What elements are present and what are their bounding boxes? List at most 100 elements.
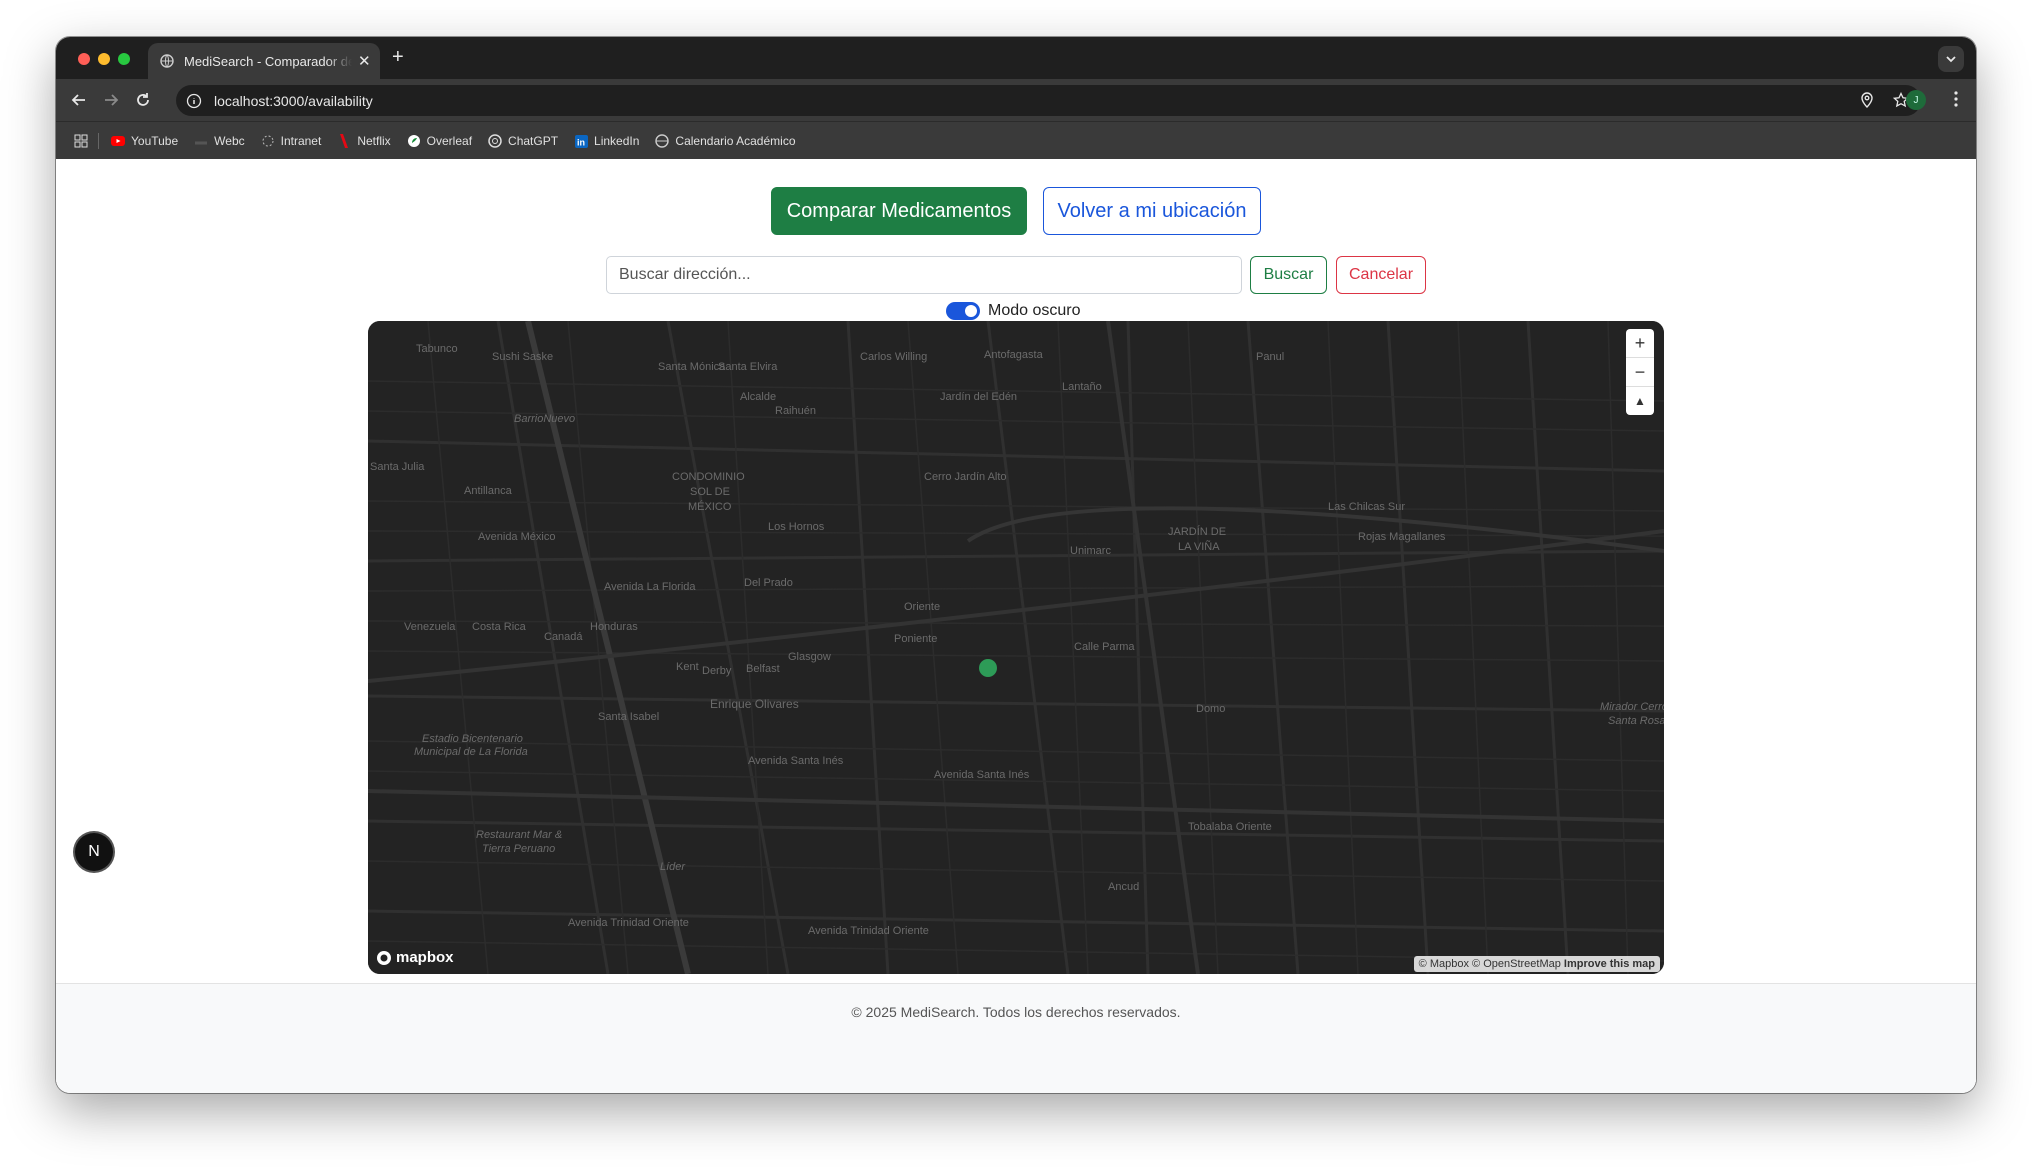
map-label: Panul	[1256, 351, 1285, 363]
map-label: Costa Rica	[472, 621, 526, 633]
zoom-out-button[interactable]: −	[1626, 358, 1654, 387]
map-label: Avenida Trinidad Oriente	[568, 917, 689, 929]
map-label: SOL DE	[690, 486, 730, 498]
page-content: Comparar Medicamentos Volver a mi ubicac…	[56, 159, 1976, 1093]
map-label: Avenida Santa Inés	[748, 755, 844, 767]
map-label: Kent	[676, 661, 699, 673]
map-attribution: © Mapbox © OpenStreetMap Improve this ma…	[1413, 956, 1660, 972]
map-label: Avenida Santa Inés	[934, 769, 1030, 781]
map-label: Tabunco	[416, 343, 458, 355]
bookmarks-divider	[98, 133, 99, 149]
globe-icon	[160, 54, 174, 68]
compare-medicines-button[interactable]: Comparar Medicamentos	[771, 187, 1027, 235]
map-label: Líder	[660, 861, 686, 873]
compass-reset-button[interactable]: ▲	[1626, 387, 1654, 415]
map-label: Avenida Trinidad Oriente	[808, 925, 929, 937]
youtube-icon	[111, 134, 125, 148]
kebab-menu-icon	[1954, 91, 1958, 107]
bookmark-intranet[interactable]: Intranet	[261, 134, 321, 148]
chevron-down-icon	[1946, 56, 1956, 63]
map-label: Derby	[702, 665, 732, 677]
attribution-osm-link[interactable]: © OpenStreetMap	[1472, 958, 1561, 970]
close-window-button[interactable]	[78, 53, 90, 65]
maximize-window-button[interactable]	[118, 53, 130, 65]
attribution-mapbox-link[interactable]: © Mapbox	[1419, 958, 1469, 970]
tab-strip: MediSearch - Comparador de Medicamentos …	[56, 37, 1976, 79]
back-to-my-location-button[interactable]: Volver a mi ubicación	[1043, 187, 1261, 235]
bookmark-linkedin[interactable]: in LinkedIn	[574, 134, 639, 148]
bookmark-netflix[interactable]: Netflix	[337, 134, 391, 148]
location-pin-icon[interactable]	[1859, 92, 1875, 108]
map-label: Poniente	[894, 633, 938, 645]
map-label: Del Prado	[744, 577, 793, 589]
netflix-icon	[337, 134, 351, 148]
map-label: Cerro Jardín Alto	[924, 471, 1007, 483]
bookmarks-bar: YouTube Webc Intranet Netflix Overleaf C…	[56, 121, 1976, 160]
map-label: Alcalde	[740, 391, 777, 403]
arrow-left-icon	[71, 94, 85, 106]
reload-button[interactable]	[134, 91, 152, 109]
map-label: JARDÍN DE	[1168, 526, 1227, 538]
site-info-icon[interactable]	[186, 93, 202, 109]
user-location-marker[interactable]	[979, 659, 997, 677]
tab-title: MediSearch - Comparador de Medicamentos	[184, 53, 352, 69]
close-tab-icon[interactable]: ✕	[358, 52, 371, 70]
map-label: Avenida La Florida	[604, 581, 696, 593]
bookmark-youtube[interactable]: YouTube	[111, 134, 178, 148]
map-label: Unimarc	[1070, 545, 1111, 557]
map-label: Tobalaba Oriente	[1188, 821, 1272, 833]
map-label: Rojas Magallanes	[1358, 531, 1446, 543]
dark-mode-switch[interactable]	[946, 302, 980, 320]
bookmark-chatgpt[interactable]: ChatGPT	[488, 134, 558, 148]
bookmark-overleaf[interactable]: Overleaf	[407, 134, 472, 148]
map-label: Lantaño	[1062, 381, 1102, 393]
map-label: LA VIÑA	[1178, 541, 1220, 553]
map-label: BarrioNuevo	[514, 413, 576, 425]
map-label: Honduras	[590, 621, 638, 633]
map-label: Avenida México	[478, 531, 556, 543]
map-label: Municipal de La Florida	[414, 746, 528, 758]
webc-icon	[194, 134, 208, 148]
map[interactable]: Tabunco Sushi Saske BarrioNuevo Santa Ju…	[368, 321, 1664, 974]
minimize-window-button[interactable]	[98, 53, 110, 65]
bookmark-webc[interactable]: Webc	[194, 134, 245, 148]
map-label: Jardín del Edén	[940, 391, 1018, 403]
map-label: Enrique Olivares	[710, 697, 799, 711]
search-button[interactable]: Buscar	[1250, 256, 1327, 294]
address-search-input[interactable]	[606, 256, 1242, 294]
nextjs-dev-badge[interactable]: N	[75, 833, 113, 871]
svg-text:in: in	[577, 137, 585, 147]
mapbox-logo-icon	[377, 950, 391, 965]
browser-menu-button[interactable]	[1954, 91, 1958, 112]
map-label: Santa Julia	[370, 461, 425, 473]
back-button[interactable]	[70, 91, 88, 109]
linkedin-icon: in	[574, 134, 588, 148]
arrow-right-icon	[105, 94, 119, 106]
map-label: Venezuela	[404, 621, 456, 633]
map-label: Domo	[1196, 703, 1226, 715]
tab-search-button[interactable]	[1938, 46, 1964, 72]
mapbox-logo[interactable]: mapbox	[376, 949, 454, 966]
map-label: Raihuén	[775, 405, 816, 417]
improve-map-link[interactable]: Improve this map	[1564, 958, 1655, 970]
map-label: Restaurant Mar &	[476, 829, 563, 841]
address-bar[interactable]: localhost:3000/availability	[176, 85, 1921, 116]
map-label: Calle Parma	[1074, 641, 1135, 653]
footer-copyright: © 2025 MediSearch. Todos los derechos re…	[851, 1004, 1181, 1020]
cancel-button[interactable]: Cancelar	[1336, 256, 1426, 294]
profile-avatar[interactable]: J	[1906, 90, 1926, 110]
page-footer: © 2025 MediSearch. Todos los derechos re…	[56, 983, 1976, 1093]
bookmark-calendario[interactable]: Calendario Académico	[655, 134, 796, 148]
intranet-icon	[261, 134, 275, 148]
forward-button[interactable]	[102, 91, 120, 109]
new-tab-button[interactable]: +	[392, 46, 404, 69]
active-tab[interactable]: MediSearch - Comparador de Medicamentos …	[148, 43, 380, 79]
apps-button[interactable]	[74, 134, 88, 148]
map-label: Oriente	[904, 601, 941, 613]
map-label: Glasgow	[788, 651, 831, 663]
reload-icon	[137, 93, 149, 106]
map-label: Los Hornos	[768, 521, 825, 533]
globe-icon	[655, 134, 670, 148]
zoom-in-button[interactable]: +	[1626, 329, 1654, 358]
map-label: Las Chilcas Sur	[1328, 501, 1406, 513]
